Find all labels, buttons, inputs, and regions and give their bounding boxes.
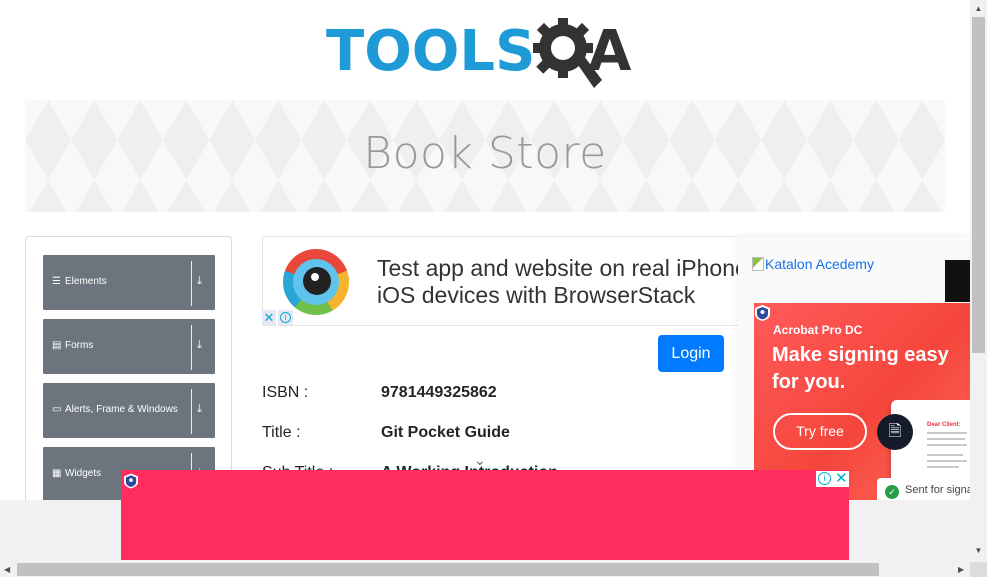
page-banner: Book Store bbox=[25, 100, 945, 212]
menu-divider bbox=[191, 261, 192, 306]
grid-icon: ▦ bbox=[52, 468, 62, 479]
menu-group-alerts-frame-windows[interactable]: ▭ Alerts, Frame & Windows ⤓ bbox=[43, 383, 215, 438]
menu-group-forms[interactable]: ▤ Forms ⤓ bbox=[43, 319, 215, 374]
window-icon: ▭ bbox=[52, 404, 62, 415]
horizontal-scrollbar[interactable]: ◀ ▶ bbox=[0, 562, 970, 577]
ad-info-icon[interactable]: i bbox=[818, 472, 831, 485]
scroll-right-icon[interactable]: ▶ bbox=[958, 562, 964, 577]
isbn-value: 9781449325862 bbox=[381, 384, 497, 401]
ad-text: Test app and website on real iPhone, iOS… bbox=[377, 255, 742, 309]
katalon-ad-link[interactable]: Katalon Acedemy bbox=[752, 255, 874, 273]
hamburger-icon: ☰ bbox=[52, 276, 61, 287]
menu-group-elements[interactable]: ☰ Elements ⤓ bbox=[43, 255, 215, 310]
adobe-product-name: Acrobat Pro DC bbox=[773, 323, 863, 337]
menu-group-label: Forms bbox=[65, 340, 94, 351]
download-arrow-icon[interactable]: ⤓ bbox=[197, 339, 202, 352]
ad-info-icon[interactable]: i bbox=[278, 310, 293, 325]
ad-dark-block bbox=[945, 260, 970, 302]
sent-for-signature-toast: ✓Sent for signature bbox=[877, 478, 970, 502]
logo-a-text: A bbox=[588, 19, 632, 84]
menu-divider bbox=[191, 325, 192, 370]
horizontal-scroll-thumb[interactable] bbox=[17, 563, 879, 576]
menu-group-label: Widgets bbox=[65, 468, 102, 479]
isbn-label: ISBN : bbox=[262, 384, 309, 401]
scroll-up-icon[interactable]: ▲ bbox=[970, 4, 987, 13]
login-button[interactable]: Login bbox=[658, 335, 724, 372]
ad-text-line2: iOS devices with BrowserStack bbox=[377, 282, 696, 308]
form-icon: ▤ bbox=[52, 340, 62, 351]
page-title: Book Store bbox=[363, 128, 607, 179]
menu-group-label: Elements bbox=[65, 276, 107, 287]
adchoices-shield-icon[interactable] bbox=[124, 473, 138, 489]
adobe-headline: Make signing easy for you. bbox=[772, 344, 949, 393]
menu-group-label: Alerts, Frame & Windows bbox=[65, 404, 178, 415]
katalon-alt-text: Katalon Acedemy bbox=[765, 256, 874, 272]
title-label: Title : bbox=[262, 424, 301, 441]
toolsqa-logo[interactable]: TOOLS A bbox=[326, 14, 656, 94]
collapse-chevron-icon[interactable]: ⌄ bbox=[474, 452, 486, 469]
vertical-scroll-thumb[interactable] bbox=[972, 17, 985, 353]
bottom-banner-ad[interactable] bbox=[121, 470, 849, 560]
ad-close-icon[interactable]: ✕ bbox=[835, 470, 848, 487]
ad-close-icon[interactable]: ✕ bbox=[262, 310, 276, 325]
browserstack-logo-icon bbox=[283, 249, 349, 315]
bottom-ad-controls: i ✕ bbox=[816, 470, 849, 487]
ad-text-line1: Test app and website on real iPhone, bbox=[377, 255, 742, 281]
vertical-scrollbar[interactable]: ▲ ▼ bbox=[970, 0, 987, 562]
check-icon: ✓ bbox=[885, 485, 899, 499]
scroll-left-icon[interactable]: ◀ bbox=[4, 562, 10, 577]
try-free-button[interactable]: Try free bbox=[773, 413, 867, 450]
doc-header: Dear Client: bbox=[927, 422, 961, 428]
broken-image-icon bbox=[752, 257, 764, 271]
adchoices-shield-icon[interactable] bbox=[755, 305, 770, 321]
download-arrow-icon[interactable]: ⤓ bbox=[197, 275, 202, 288]
document-icon[interactable]: 🗎 bbox=[877, 414, 913, 450]
download-arrow-icon[interactable]: ⤓ bbox=[197, 403, 202, 416]
logo-tools-text: TOOLS bbox=[326, 19, 536, 84]
browserstack-ad[interactable]: Test app and website on real iPhone, iOS… bbox=[262, 236, 742, 326]
title-value: Git Pocket Guide bbox=[381, 424, 510, 441]
scroll-down-icon[interactable]: ▼ bbox=[970, 546, 987, 555]
scrollbar-corner bbox=[970, 562, 987, 577]
menu-divider bbox=[191, 389, 192, 434]
